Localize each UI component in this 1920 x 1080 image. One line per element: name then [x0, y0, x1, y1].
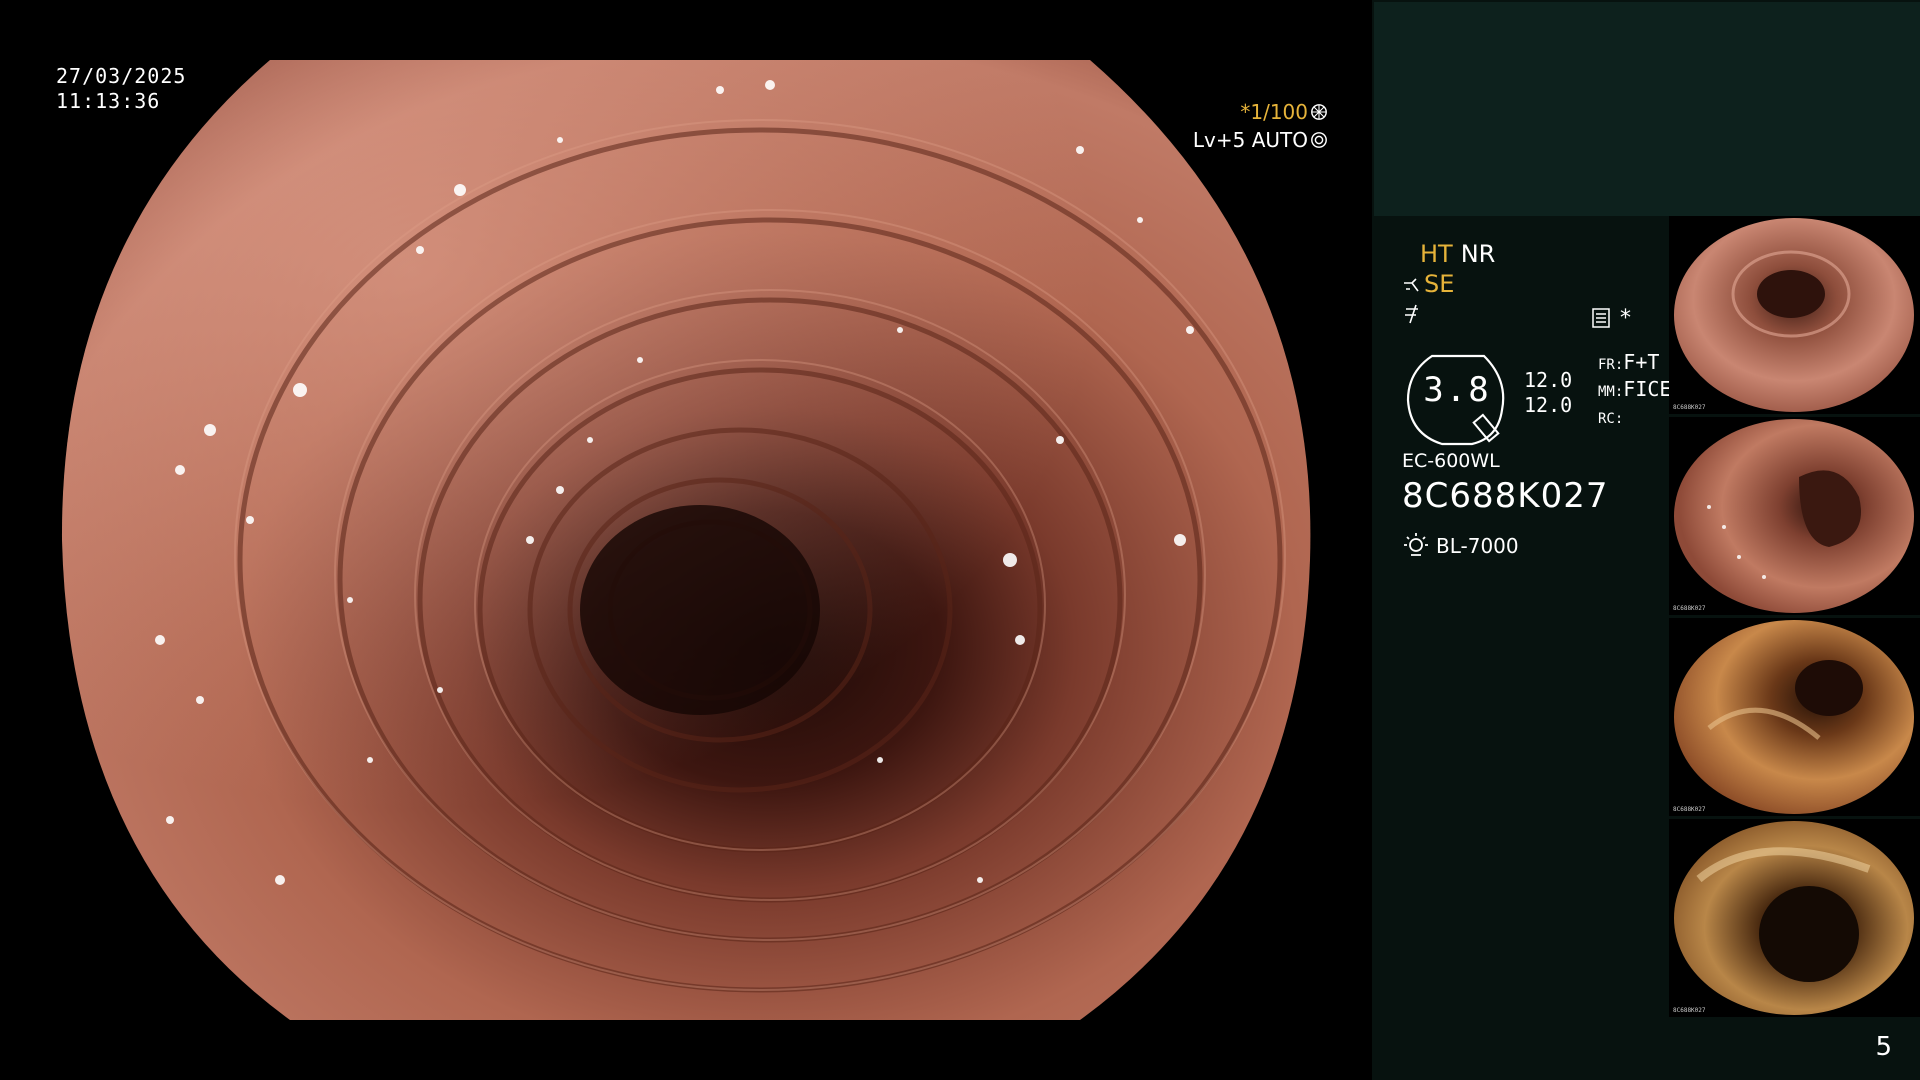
light-source: BL-7000: [1402, 530, 1519, 558]
aperture-icon: [1311, 104, 1327, 120]
date-label: 27/03/2025: [56, 64, 187, 88]
iris-mode: AUTO: [1251, 128, 1308, 152]
thumbnail-3[interactable]: 8C688K027: [1669, 618, 1920, 816]
thumbnail-3-image: [1674, 620, 1914, 814]
scope-serial: 8C688K027: [1402, 476, 1609, 516]
thumbnail-4[interactable]: 8C688K027: [1669, 819, 1920, 1017]
star-indicator: *: [1620, 306, 1631, 331]
thumbnail-4-caption: 8C688K027: [1673, 1007, 1706, 1014]
structure-enhance-icon: [1404, 278, 1419, 292]
level-value: Lv+5: [1192, 128, 1246, 152]
lamp-icon: [1404, 533, 1428, 556]
fr-label: FR:: [1598, 357, 1624, 373]
nr-indicator: NR: [1460, 240, 1496, 268]
mm-label: MM:: [1598, 384, 1624, 400]
mm-value: FICE: [1623, 377, 1672, 401]
timestamp: 27/03/2025 11:13:36: [56, 64, 186, 114]
thumbnail-1-image: [1674, 218, 1914, 412]
endoscope-main-view: 27/03/2025 11:13:36 *1/100 Lv+5 AUTO: [0, 0, 1372, 1080]
thumbnail-2-image: [1674, 419, 1914, 613]
thumbnail-2[interactable]: 8C688K027: [1669, 417, 1920, 615]
ht-indicator: HT: [1420, 240, 1453, 268]
colon-lumen-image: [61, 60, 1311, 1020]
fr-value: F+T: [1623, 350, 1660, 374]
rc-label: RC:: [1598, 411, 1624, 427]
captured-thumbnails[interactable]: 8C688K027 8C688K027 8C688K027 8C688K027: [1669, 216, 1920, 1020]
settings-column: HT NR SE * 3.8 12.0 12.0 FR:F+T MM:FICE R…: [1402, 240, 1682, 558]
thumbnail-1-caption: 8C688K027: [1673, 404, 1706, 411]
info-panel-header-area: [1374, 2, 1920, 216]
shutter-speed: *1/100: [1240, 100, 1308, 124]
thumbnail-1[interactable]: 8C688K027: [1669, 216, 1920, 414]
light-source-label: BL-7000: [1436, 534, 1519, 558]
page-number: 5: [1875, 1032, 1892, 1062]
function-icon: [1405, 304, 1418, 324]
exposure-readout: *1/100 Lv+5 AUTO: [1193, 98, 1328, 154]
thumbnail-4-image: [1674, 821, 1914, 1015]
gauge-value-2: 12.0: [1524, 393, 1573, 417]
magnification-value: 3.8: [1423, 370, 1491, 410]
info-panel: HT NR SE * 3.8 12.0 12.0 FR:F+T MM:FICE R…: [1372, 0, 1920, 1080]
frame-settings: FR:F+T MM:FICE RC:: [1598, 350, 1671, 431]
thumbnail-2-caption: 8C688K027: [1673, 605, 1706, 612]
gauge-value-1: 12.0: [1524, 368, 1573, 392]
se-indicator: SE: [1424, 270, 1455, 298]
iris-icon: [1311, 132, 1327, 148]
time-label: 11:13:36: [56, 89, 161, 113]
memory-card-icon: [1592, 308, 1610, 328]
thumbnail-3-caption: 8C688K027: [1673, 806, 1706, 813]
gauge-values: 12.0 12.0: [1524, 368, 1572, 418]
scope-model: EC-600WL: [1402, 450, 1500, 472]
